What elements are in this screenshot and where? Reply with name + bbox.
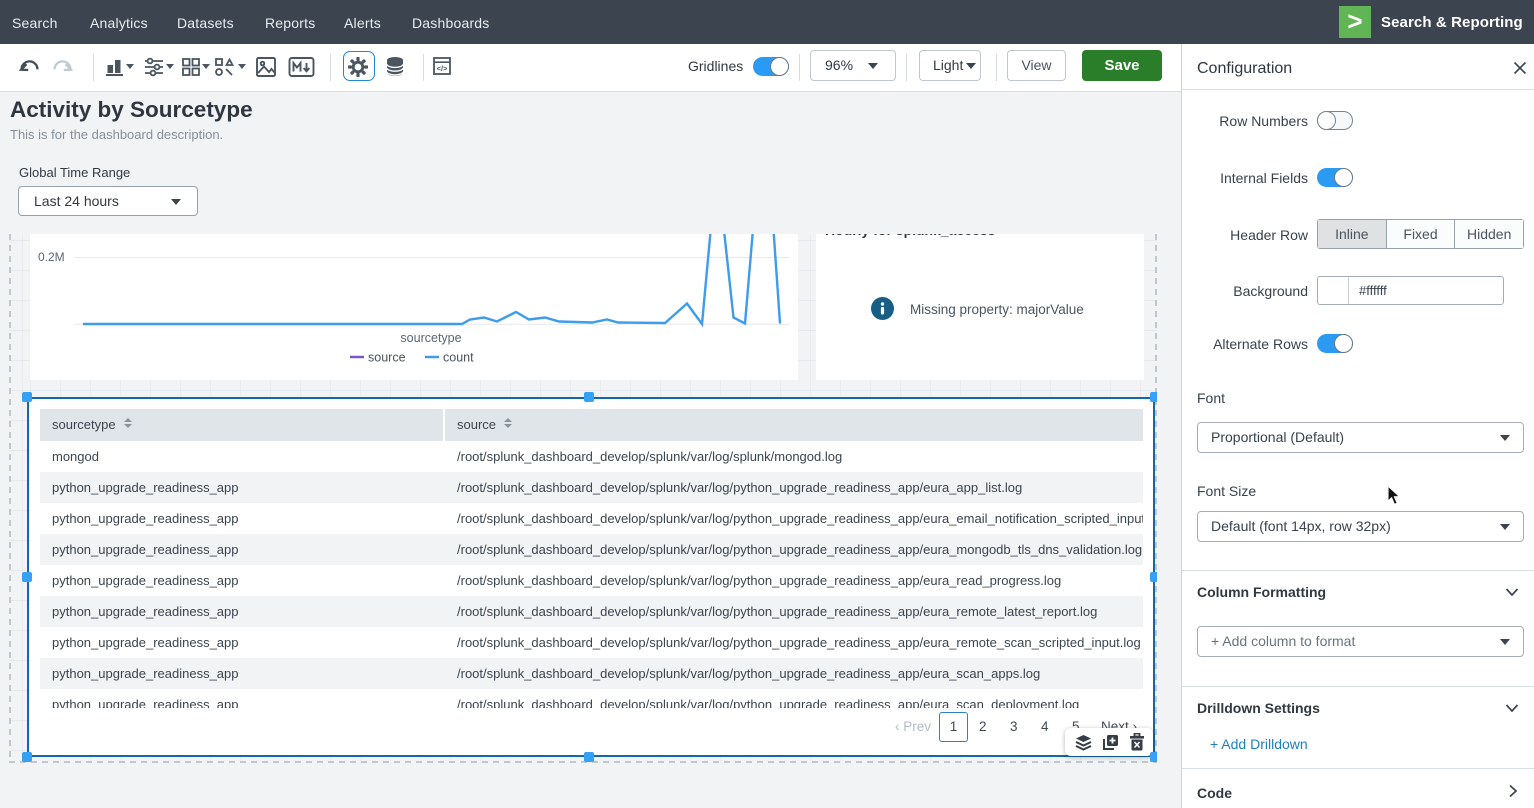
svg-text:</>: </> — [437, 64, 448, 73]
svg-text:count: count — [443, 351, 474, 365]
svg-text:source: source — [368, 351, 406, 365]
svg-text:sourcetype: sourcetype — [400, 331, 461, 345]
svg-text:0.2M: 0.2M — [38, 250, 65, 264]
